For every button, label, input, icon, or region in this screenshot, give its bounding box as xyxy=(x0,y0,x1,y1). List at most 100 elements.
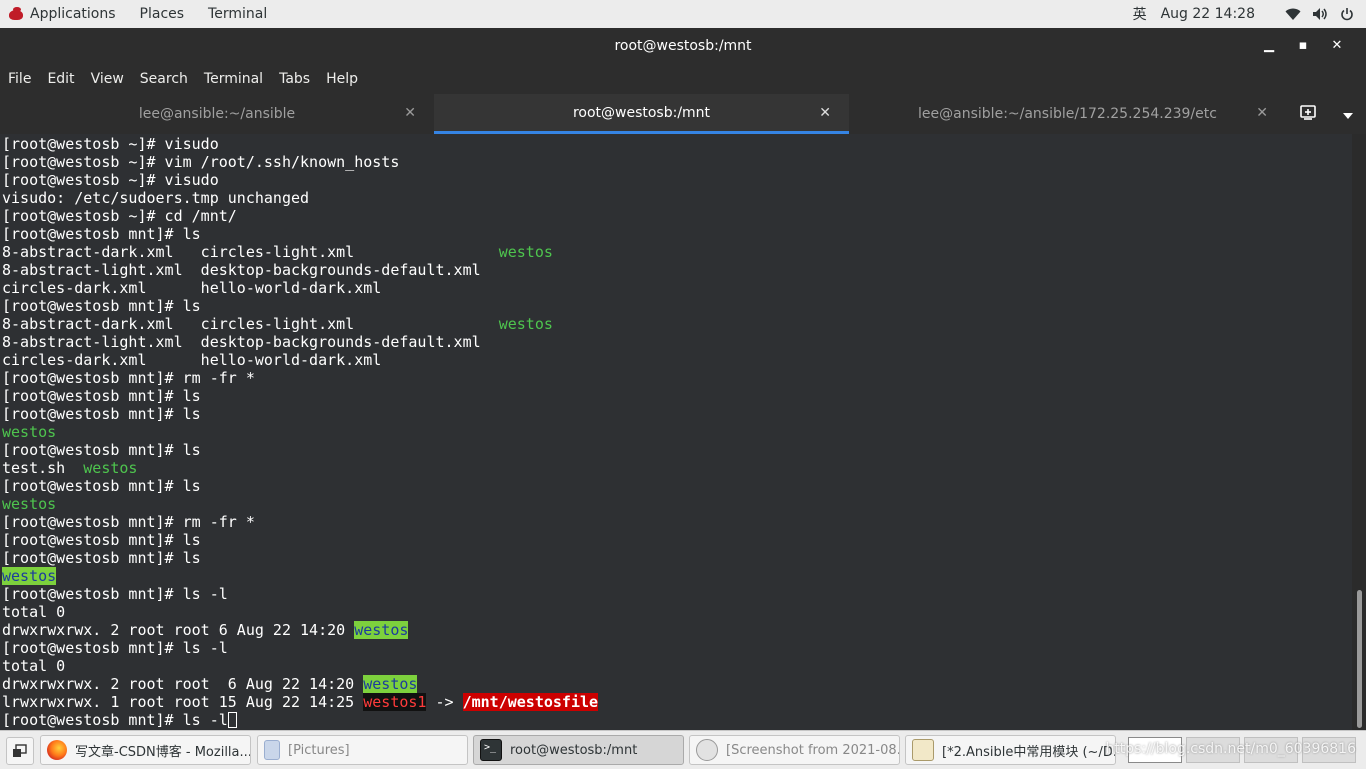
terminal-line: [root@westosb mnt]# ls -l xyxy=(2,585,598,603)
applications-label: Applications xyxy=(30,6,116,22)
terminal-text: lrwxrwxrwx. 1 root root 15 Aug 22 14:25 xyxy=(2,693,364,711)
watermark-url: https://blog.csdn.net/m0_60396816 xyxy=(1105,741,1356,757)
terminal-output[interactable]: [root@westosb ~]# visudo [root@westosb ~]… xyxy=(0,134,1352,730)
menu-view[interactable]: View xyxy=(83,71,132,87)
text-cursor xyxy=(227,712,237,728)
terminal-line: westos xyxy=(2,495,598,513)
tab-label: lee@ansible:~/ansible/172.25.254.239/etc xyxy=(918,106,1217,122)
terminal-text: [root@westosb mnt]# ls -l xyxy=(2,639,228,657)
taskbar-item-pictures[interactable]: [Pictures] xyxy=(257,735,468,765)
window-titlebar[interactable]: root@westosb:/mnt ▁ ▪ ✕ xyxy=(0,28,1366,64)
screenshot-icon xyxy=(696,739,718,761)
terminal-text: westos1 xyxy=(363,693,427,711)
clock[interactable]: Aug 22 14:28 xyxy=(1161,6,1255,22)
terminal-line: lrwxrwxrwx. 1 root root 15 Aug 22 14:25 … xyxy=(2,693,599,711)
terminal-text: 8-abstract-dark.xml circles-light.xml xyxy=(2,315,499,333)
terminal-line: [root@westosb mnt]# ls -l xyxy=(2,711,598,729)
terminal-line: visudo: /etc/sudoers.tmp unchanged xyxy=(2,189,598,207)
terminal-text: westos xyxy=(498,315,553,333)
terminal-text: 8-abstract-light.xml desktop-backgrounds… xyxy=(2,261,481,279)
new-tab-icon[interactable] xyxy=(1299,104,1317,124)
terminal-text: westos xyxy=(498,243,553,261)
terminal-app-label: Terminal xyxy=(208,6,268,22)
terminal-lines: [root@westosb ~]# visudo [root@westosb ~]… xyxy=(2,135,599,729)
volume-icon[interactable] xyxy=(1311,5,1329,23)
tab-list-chevron-down-icon[interactable] xyxy=(1342,105,1354,124)
terminal-line: drwxrwxrwx. 2 root root 6 Aug 22 14:20 w… xyxy=(2,621,598,639)
terminal-text: total 0 xyxy=(2,603,66,621)
terminal-text: [root@westosb mnt]# ls xyxy=(2,225,201,243)
terminal-text: 8-abstract-light.xml desktop-backgrounds… xyxy=(2,333,481,351)
tab-root-westosb[interactable]: root@westosb:/mnt ✕ xyxy=(434,94,849,134)
terminal-text: test.sh xyxy=(2,459,84,477)
menu-help[interactable]: Help xyxy=(318,71,366,87)
taskbar-item-label: root@westosb:/mnt xyxy=(510,742,638,758)
terminal-line: [root@westosb mnt]# rm -fr * xyxy=(2,513,598,531)
terminal-line: total 0 xyxy=(2,657,598,675)
terminal-text: 8-abstract-dark.xml circles-light.xml xyxy=(2,243,499,261)
menu-edit[interactable]: Edit xyxy=(39,71,82,87)
terminal-text: westos xyxy=(2,567,57,585)
terminal-text: total 0 xyxy=(2,657,66,675)
terminal-scrollbar[interactable] xyxy=(1352,134,1366,730)
fedora-logo-icon xyxy=(8,7,24,21)
terminal-text: drwxrwxrwx. 2 root root 6 Aug 22 14:20 xyxy=(2,621,355,639)
terminal-line: [root@westosb mnt]# ls xyxy=(2,531,598,549)
menu-search[interactable]: Search xyxy=(132,71,196,87)
terminal-text: westos xyxy=(354,621,409,639)
close-button[interactable]: ✕ xyxy=(1320,28,1354,64)
terminal-line: [root@westosb ~]# vim /root/.ssh/known_h… xyxy=(2,153,598,171)
taskbar-item-label: [Screenshot from 2021-08... xyxy=(726,742,900,758)
terminal-line: 8-abstract-light.xml desktop-backgrounds… xyxy=(2,333,598,351)
taskbar-item-terminal[interactable]: >_ root@westosb:/mnt xyxy=(473,735,684,765)
taskbar-item-label: [Pictures] xyxy=(288,742,350,758)
tab-lee-ansible-etc[interactable]: lee@ansible:~/ansible/172.25.254.239/etc… xyxy=(849,94,1286,134)
wifi-icon[interactable] xyxy=(1284,5,1302,23)
tab-label: root@westosb:/mnt xyxy=(572,104,711,121)
scrollbar-thumb[interactable] xyxy=(1357,590,1362,728)
tab-bar: lee@ansible:~/ansible ✕ root@westosb:/mn… xyxy=(0,94,1366,135)
terminal-line: circles-dark.xml hello-world-dark.xml xyxy=(2,351,598,369)
terminal-line: [root@westosb ~]# visudo xyxy=(2,171,598,189)
terminal-text: westos xyxy=(2,423,57,441)
firefox-icon xyxy=(47,740,67,760)
terminal-text: circles-dark.xml hello-world-dark.xml xyxy=(2,279,382,297)
maximize-button[interactable]: ▪ xyxy=(1286,28,1320,64)
taskbar-item-text-editor[interactable]: [*2.Ansible中常用模块 (~/D... xyxy=(905,735,1116,765)
terminal-line: [root@westosb ~]# visudo xyxy=(2,135,598,153)
show-desktop-icon[interactable] xyxy=(6,737,34,765)
terminal-text: [root@westosb mnt]# ls -l xyxy=(2,585,228,603)
terminal-text: visudo: /etc/sudoers.tmp unchanged xyxy=(2,189,310,207)
terminal-text: [root@westosb ~]# cd /mnt/ xyxy=(2,207,237,225)
terminal-text: [root@westosb mnt]# ls xyxy=(2,531,201,549)
minimize-button[interactable]: ▁ xyxy=(1252,28,1286,64)
terminal-text: [root@westosb mnt]# ls xyxy=(2,441,201,459)
taskbar-item-firefox[interactable]: 写文章-CSDN博客 - Mozilla... xyxy=(40,735,251,765)
close-tab-icon[interactable]: ✕ xyxy=(404,105,416,121)
folder-icon xyxy=(264,740,280,760)
menu-terminal[interactable]: Terminal xyxy=(196,71,271,87)
menu-tabs[interactable]: Tabs xyxy=(271,71,318,87)
taskbar-item-label: 写文章-CSDN博客 - Mozilla... xyxy=(75,744,251,760)
places-menu[interactable]: Places xyxy=(140,6,185,22)
terminal-text: westos xyxy=(363,675,418,693)
terminal-line: westos xyxy=(2,423,598,441)
terminal-line: [root@westosb mnt]# ls xyxy=(2,441,598,459)
terminal-text: [root@westosb ~]# visudo xyxy=(2,171,219,189)
terminal-line: westos xyxy=(2,567,598,585)
close-tab-icon[interactable]: ✕ xyxy=(819,105,831,121)
menu-file[interactable]: File xyxy=(0,71,39,87)
taskbar-item-screenshot[interactable]: [Screenshot from 2021-08... xyxy=(689,735,900,765)
close-tab-icon[interactable]: ✕ xyxy=(1256,105,1268,121)
input-method-indicator[interactable]: 英 xyxy=(1133,4,1147,24)
tab-lee-ansible[interactable]: lee@ansible:~/ansible ✕ xyxy=(0,94,434,134)
terminal-line: [root@westosb mnt]# ls xyxy=(2,405,598,423)
applications-menu[interactable]: Applications xyxy=(8,6,116,22)
terminal-line: [root@westosb mnt]# ls xyxy=(2,549,598,567)
window-title: root@westosb:/mnt xyxy=(614,38,752,54)
terminal-app-menu[interactable]: Terminal xyxy=(208,6,267,22)
tab-label: lee@ansible:~/ansible xyxy=(138,106,296,122)
terminal-line: [root@westosb mnt]# rm -fr * xyxy=(2,369,598,387)
power-icon[interactable] xyxy=(1338,5,1356,23)
terminal-text: [root@westosb mnt]# ls xyxy=(2,549,201,567)
